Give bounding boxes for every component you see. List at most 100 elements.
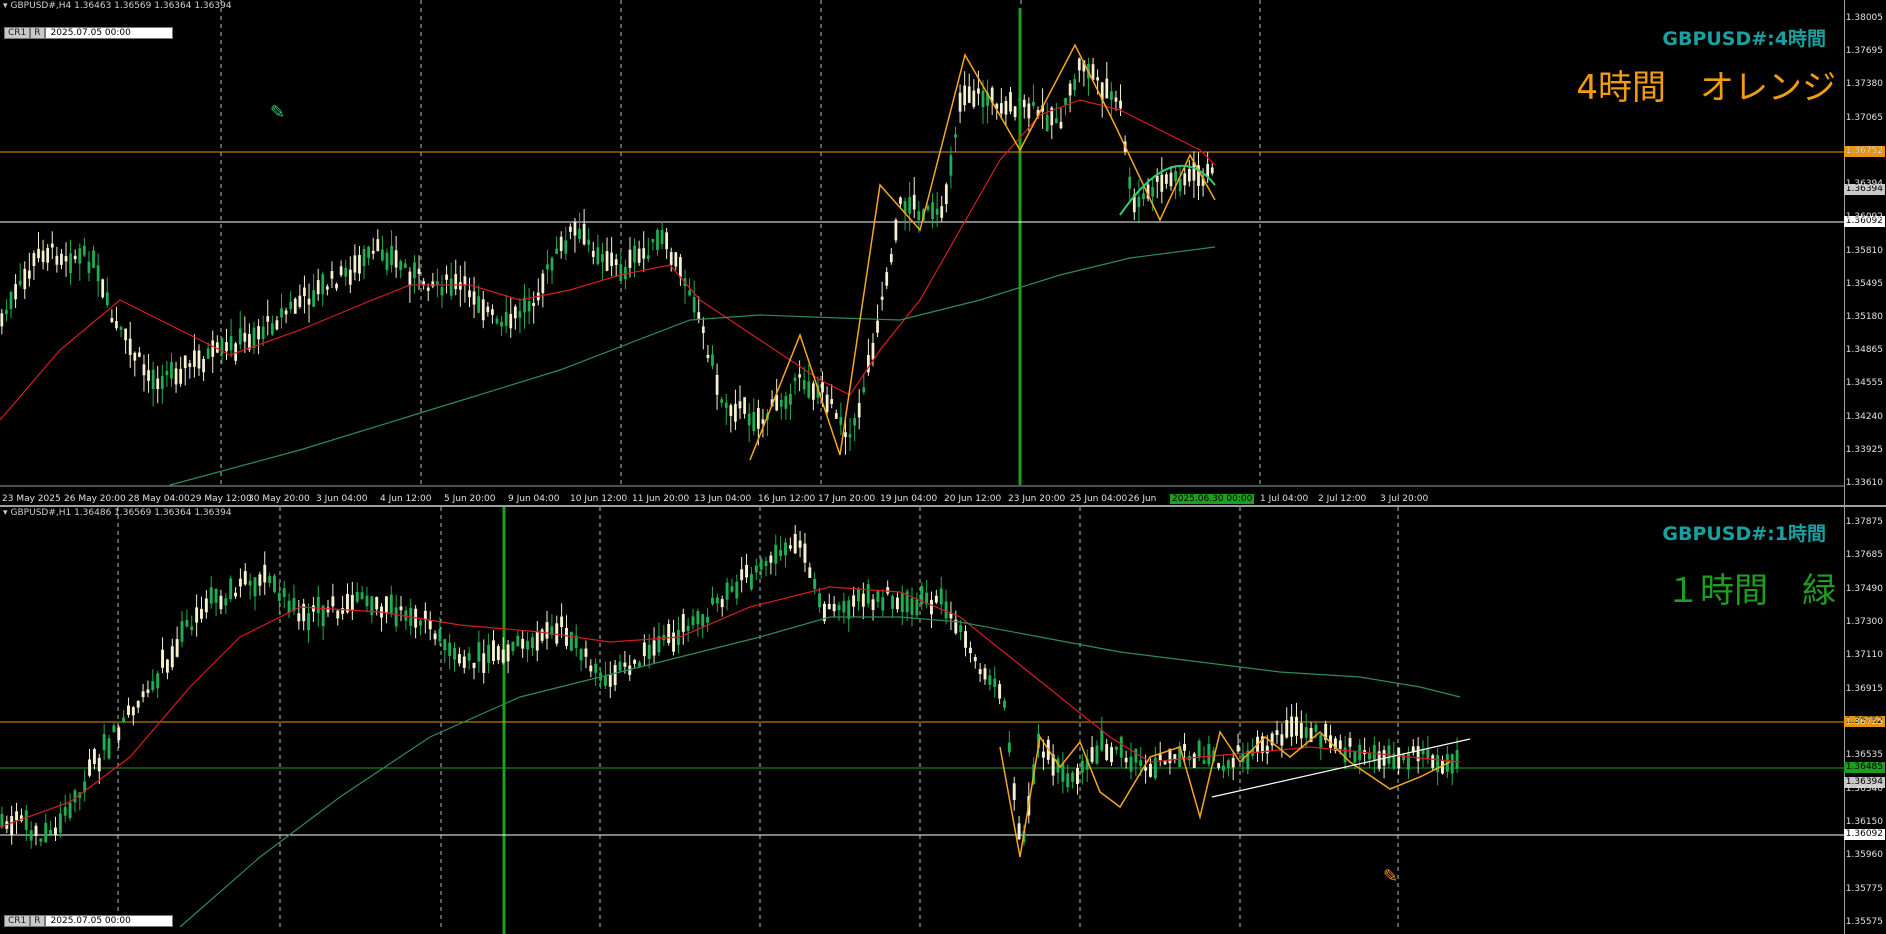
candle-body <box>179 368 183 384</box>
h4-time-label: 16 Jun 12:00 <box>758 494 816 504</box>
candle-body <box>847 600 851 619</box>
candle-body <box>46 247 50 263</box>
candle-body <box>142 364 146 376</box>
candle-body <box>133 352 137 361</box>
h4-time-label: 23 Jun 20:00 <box>1008 494 1066 504</box>
candle-body <box>1421 749 1425 755</box>
candle-body <box>266 316 270 322</box>
candle-body <box>492 640 495 661</box>
h4-chart-pane[interactable]: ✎ ▾ GBPUSD#,H4 1.36463 1.36569 1.36364 1.… <box>0 0 1886 507</box>
h4-cr1-button[interactable]: CR1 <box>4 27 31 39</box>
candle-body <box>88 759 92 776</box>
candle-body <box>1299 723 1303 739</box>
candle-body <box>252 327 256 348</box>
candle-body <box>545 622 549 639</box>
candle-body <box>341 608 345 614</box>
candle-body <box>156 378 160 390</box>
candle-body <box>637 248 641 263</box>
h1-annotation-label: １時間 緑 <box>1666 571 1836 611</box>
candle-body <box>866 584 870 604</box>
h1-chart-pane[interactable]: ✎ ▾ GBPUSD#,H1 1.36486 1.36569 1.36364 1.… <box>0 507 1886 934</box>
candle-body <box>1105 744 1109 760</box>
candle-body <box>44 822 48 843</box>
candle-body <box>174 368 178 385</box>
candle-body <box>1059 121 1063 129</box>
candle-body <box>360 592 364 599</box>
candle-body <box>175 639 179 657</box>
candle-body <box>745 564 749 578</box>
candle-body <box>49 829 53 835</box>
candle-body <box>1183 173 1187 186</box>
candle-body <box>871 599 875 610</box>
candle-body <box>297 613 301 622</box>
candle-body <box>200 608 203 619</box>
candle-body <box>1080 760 1084 773</box>
candle-body <box>934 595 938 603</box>
candle-body <box>889 254 893 263</box>
candle-body <box>214 588 218 603</box>
candle-body <box>506 644 510 662</box>
h4-time-label: 4 Jun 12:00 <box>380 494 432 504</box>
candle-body <box>1129 756 1133 772</box>
candle-body <box>591 250 595 257</box>
collapse-icon[interactable]: ▾ <box>3 1 8 11</box>
candle-body <box>417 268 421 275</box>
candle-body <box>433 633 437 640</box>
candle-body <box>462 656 466 668</box>
candle-body <box>530 637 534 649</box>
candle-body <box>706 616 710 623</box>
candle-body <box>821 381 824 393</box>
candle-body <box>496 646 500 660</box>
candle-body <box>944 184 948 205</box>
candle-body <box>180 621 184 642</box>
h1-price-label: 1.37490 <box>1845 583 1883 594</box>
h1-price-label: 1.36725 <box>1845 717 1883 727</box>
collapse-icon[interactable]: ▾ <box>3 508 8 518</box>
h1-ohlc-text: GBPUSD#,H1 1.36486 1.36569 1.36364 1.363… <box>10 508 232 518</box>
candle-body <box>156 673 160 689</box>
candle-body <box>449 278 453 296</box>
h4-r-button[interactable]: R <box>30 27 45 39</box>
candle-body <box>69 253 72 274</box>
candle-body <box>408 271 412 286</box>
candle-body <box>501 649 505 663</box>
candle-body <box>413 262 416 279</box>
candle-body <box>1128 176 1132 189</box>
h1-r-button[interactable]: R <box>30 915 45 927</box>
h1-datetime-field[interactable]: 2025.07.05 00:00 <box>44 915 173 927</box>
candle-body <box>540 629 544 641</box>
candle-body <box>584 648 588 657</box>
h1-price-label: 1.36340 <box>1845 783 1883 794</box>
candle-body <box>738 401 742 409</box>
candle-body <box>1041 751 1045 758</box>
candle-body <box>448 642 452 656</box>
candle-body <box>463 276 467 285</box>
candle-body <box>954 134 957 138</box>
candle-body <box>23 268 27 290</box>
candle-body <box>202 358 205 373</box>
candle-body <box>509 313 513 329</box>
h1-chart-canvas[interactable]: ✎ <box>0 507 1886 934</box>
candle-body <box>1090 747 1094 762</box>
h4-datetime-field[interactable]: 2025.07.05 00:00 <box>44 27 173 39</box>
candle-body <box>1018 97 1022 102</box>
candle-body <box>842 601 846 613</box>
h4-time-label: 28 May 04:00 <box>128 494 190 504</box>
candle-body <box>1119 736 1123 758</box>
candle-body <box>438 628 442 642</box>
candle-body <box>504 311 508 326</box>
pencil-icon: ✎ <box>270 102 285 123</box>
candle-body <box>141 691 145 698</box>
candle-body <box>119 326 123 330</box>
candle-body <box>468 290 471 298</box>
h1-cr1-button[interactable]: CR1 <box>4 915 31 927</box>
candle-body <box>1114 97 1118 102</box>
h4-control-bar: CR1 R 2025.07.05 00:00 <box>4 27 173 39</box>
candle-body <box>1165 174 1168 184</box>
candle-body <box>935 208 939 215</box>
candle-body <box>1210 167 1214 174</box>
candle-body <box>940 206 944 218</box>
candle-body <box>185 619 189 627</box>
candle-body <box>1231 758 1235 768</box>
h4-chart-header: ▾ GBPUSD#,H4 1.36463 1.36569 1.36364 1.36… <box>3 1 232 11</box>
